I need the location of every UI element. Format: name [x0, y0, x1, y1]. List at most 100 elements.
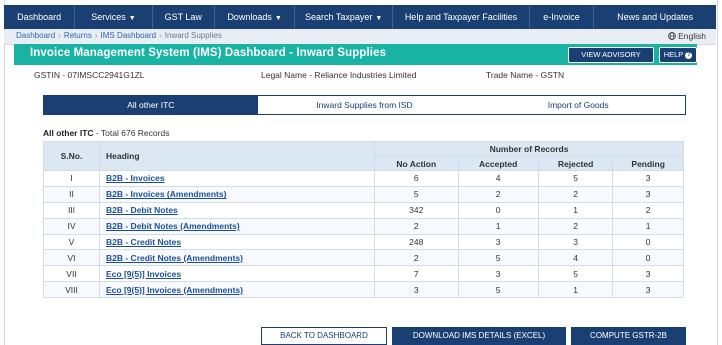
row-pending: 0 [612, 233, 684, 251]
row-rejected: 5 [537, 265, 614, 283]
col-no-action-header: No Action [374, 156, 459, 171]
language-selector[interactable]: English [667, 31, 706, 41]
table-row: I B2B - Invoices 6 4 5 3 [43, 170, 684, 187]
trade-name-text: Trade Name - GSTN [486, 70, 565, 80]
row-sno: I [43, 170, 100, 187]
nav-dashboard[interactable]: Dashboard [4, 5, 76, 29]
records-total: - Total 676 Records [93, 128, 170, 138]
row-heading-link[interactable]: B2B - Credit Notes (Amendments) [106, 253, 243, 263]
table-row: III B2B - Debit Notes 342 0 1 2 [43, 201, 684, 219]
row-rejected: 1 [537, 201, 614, 219]
records-table: S.No. Heading Number of Records No Actio… [43, 141, 684, 299]
row-sno: VI [43, 249, 100, 267]
row-pending: 0 [612, 249, 684, 267]
caret-down-icon: ▼ [274, 15, 282, 22]
row-rejected: 5 [537, 170, 614, 187]
nav-services-label: Services [91, 12, 126, 22]
row-accepted: 5 [457, 281, 539, 299]
caret-down-icon: ▼ [375, 15, 383, 22]
caret-down-icon: ▼ [128, 15, 136, 22]
compute-gstr-2b-button[interactable]: COMPUTE GSTR-2B [571, 327, 686, 345]
nav-gst-law-label: GST Law [164, 12, 202, 22]
col-sno-header: S.No. [43, 141, 100, 171]
table-row: VII Eco [9(5)] Invoices 7 3 5 3 [43, 265, 684, 283]
table-row: V B2B - Credit Notes 248 3 3 0 [43, 233, 684, 251]
row-pending: 3 [612, 185, 684, 203]
breadcrumb-separator: › [94, 31, 98, 40]
row-pending: 2 [612, 201, 684, 219]
breadcrumb-returns[interactable]: Returns [64, 31, 92, 40]
help-label: HELP [663, 50, 684, 59]
view-advisory-button[interactable]: VIEW ADVISORY [568, 47, 654, 63]
row-rejected: 3 [537, 233, 614, 251]
row-no-action: 2 [374, 249, 459, 267]
col-accepted-header: Accepted [457, 156, 539, 171]
nav-gst-law[interactable]: GST Law [153, 5, 215, 29]
nav-search-taxpayer-label: Search Taxpayer [305, 12, 373, 22]
tab-all-other-itc[interactable]: All other ITC [44, 96, 258, 114]
row-heading-link[interactable]: Eco [9(5)] Invoices [106, 269, 181, 279]
row-no-action: 2 [374, 217, 459, 235]
nav-downloads[interactable]: Downloads ▼ [215, 5, 296, 29]
row-pending: 1 [612, 217, 684, 235]
row-heading-link[interactable]: B2B - Debit Notes (Amendments) [106, 221, 240, 231]
col-pending-header: Pending [612, 156, 684, 171]
breadcrumb-separator: › [159, 31, 162, 40]
table-row: VI B2B - Credit Notes (Amendments) 2 5 4… [43, 249, 684, 267]
view-advisory-label: VIEW ADVISORY [581, 50, 641, 59]
breadcrumb: Dashboard › Returns › IMS Dashboard › Inward S… [16, 31, 222, 40]
row-heading-link[interactable]: B2B - Credit Notes [106, 237, 181, 247]
language-label: English [678, 31, 706, 41]
row-rejected: 4 [537, 249, 614, 267]
help-button[interactable]: HELP? [659, 47, 697, 63]
row-sno: VIII [43, 281, 100, 299]
row-no-action: 3 [374, 281, 459, 299]
row-accepted: 3 [457, 265, 539, 283]
tab-inward-isd[interactable]: Inward Supplies from ISD [258, 96, 472, 114]
row-no-action: 5 [374, 185, 459, 203]
row-no-action: 7 [374, 265, 459, 283]
itc-tabs: All other ITC Inward Supplies from ISD I… [43, 95, 686, 115]
nav-help-facilities[interactable]: Help and Taxpayer Facilities [393, 5, 530, 29]
nav-services[interactable]: Services ▼ [75, 5, 153, 29]
row-sno: V [43, 233, 100, 251]
back-to-dashboard-button[interactable]: BACK TO DASHBOARD [261, 327, 387, 345]
row-heading-link[interactable]: Eco [9(5)] Invoices (Amendments) [106, 285, 243, 295]
row-heading-link[interactable]: B2B - Invoices [106, 173, 165, 183]
legal-name-text: Legal Name - Reliance Industries Limited [261, 70, 417, 80]
question-icon: ? [685, 51, 693, 59]
breadcrumb-ims-dashboard[interactable]: IMS Dashboard [101, 31, 157, 40]
nav-e-invoice-label: e-Invoice [543, 12, 580, 22]
download-ims-details-button[interactable]: DOWNLOAD IMS DETAILS (EXCEL) [392, 327, 566, 345]
table-row: II B2B - Invoices (Amendments) 5 2 2 3 [43, 185, 684, 203]
gstin-text: GSTIN - 07IMSCC2941G1ZL [34, 70, 145, 80]
breadcrumb-bar: Dashboard › Returns › IMS Dashboard › Inward S… [4, 29, 716, 45]
row-sno: IV [43, 217, 100, 235]
row-no-action: 342 [374, 201, 459, 219]
tab-import-goods[interactable]: Import of Goods [471, 96, 685, 114]
number-of-records-header: Number of Records [374, 141, 684, 157]
row-accepted: 4 [457, 170, 539, 187]
row-pending: 3 [612, 170, 684, 187]
nav-e-invoice[interactable]: e-Invoice [530, 5, 595, 29]
records-summary: All other ITC - Total 676 Records [43, 128, 169, 138]
row-sno: II [43, 185, 100, 203]
row-accepted: 1 [457, 217, 539, 235]
row-sno: VII [43, 265, 100, 283]
row-no-action: 248 [374, 233, 459, 251]
title-bar: Invoice Management System (IMS) Dashboar… [14, 44, 697, 65]
row-heading-link[interactable]: B2B - Invoices (Amendments) [106, 189, 226, 199]
row-rejected: 2 [537, 217, 614, 235]
nav-search-taxpayer[interactable]: Search Taxpayer ▼ [295, 5, 394, 29]
row-rejected: 2 [537, 185, 614, 203]
page-title: Invoice Management System (IMS) Dashboar… [30, 47, 387, 59]
nav-news-updates[interactable]: News and Updates [594, 5, 716, 29]
breadcrumb-separator: › [58, 31, 61, 40]
globe-icon [667, 32, 676, 40]
breadcrumb-current: Inward Supplies [164, 31, 222, 40]
row-heading-link[interactable]: B2B - Debit Notes [106, 205, 178, 215]
nav-downloads-label: Downloads [227, 12, 272, 22]
nav-news-updates-label: News and Updates [617, 12, 694, 22]
nav-help-facilities-label: Help and Taxpayer Facilities [404, 12, 518, 22]
breadcrumb-dashboard[interactable]: Dashboard [16, 31, 55, 40]
